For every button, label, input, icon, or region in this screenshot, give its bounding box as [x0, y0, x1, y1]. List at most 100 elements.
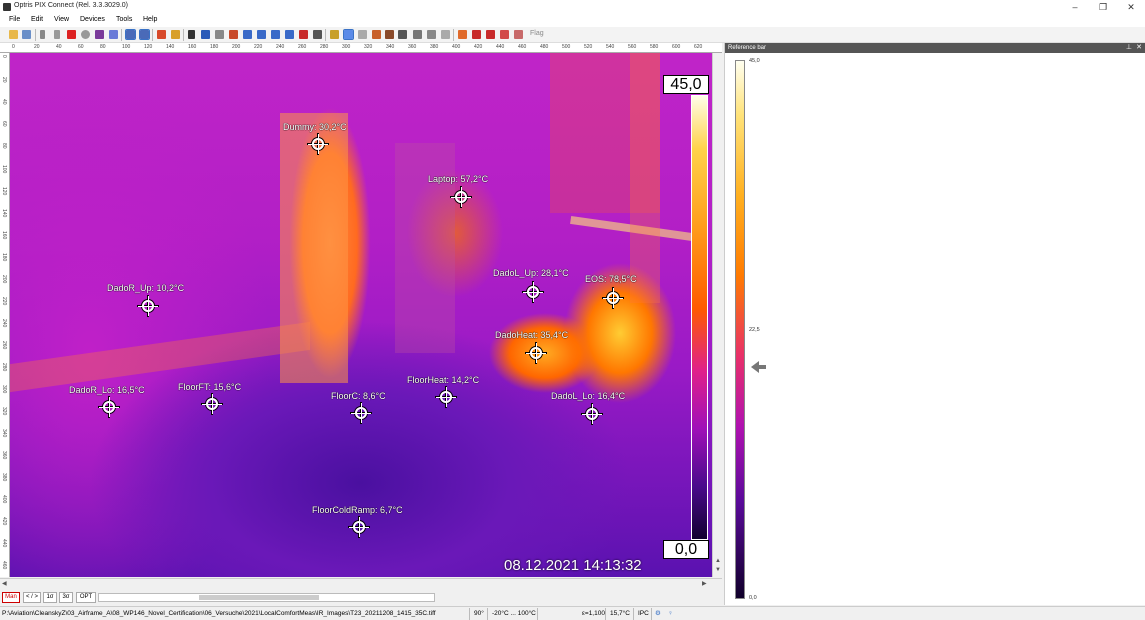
flag-label[interactable]: Flag	[530, 30, 544, 37]
status-range: -20°C ... 100°C	[490, 608, 538, 620]
ruler-left-tick: 320	[1, 407, 7, 416]
measure-crosshair-dador-lo[interactable]	[98, 396, 120, 418]
paint-icon[interactable]	[229, 30, 238, 39]
restore-button[interactable]: ❐	[1093, 1, 1113, 13]
status-emissivity: ε=1,100	[580, 608, 606, 620]
ruler-left-tick: 160	[1, 231, 7, 240]
measure-crosshair-laptop[interactable]	[450, 186, 472, 208]
ruler-left-tick: 440	[1, 539, 7, 548]
mode-3sigma-button[interactable]: 3σ	[59, 592, 73, 603]
pause-icon[interactable]	[54, 30, 60, 39]
measure-crosshair-dador-up[interactable]	[137, 295, 159, 317]
close-panel-icon[interactable]: ✕	[1136, 43, 1142, 53]
menu-devices[interactable]: Devices	[80, 16, 105, 23]
graph-icon[interactable]	[271, 30, 280, 39]
temp-time-icon[interactable]	[257, 30, 266, 39]
reference-mid-label: 22,5	[749, 327, 760, 333]
ruler-top-tick: 300	[342, 44, 351, 50]
layers-icon[interactable]	[486, 30, 495, 39]
grid-icon[interactable]	[358, 30, 367, 39]
measure-line-icon[interactable]	[299, 30, 308, 39]
menu-edit[interactable]: Edit	[31, 16, 43, 23]
mode-opt-button[interactable]: OPT	[76, 592, 96, 603]
hotspot-icon[interactable]	[441, 30, 450, 39]
horizontal-scrollbar[interactable]: ◀ ▶	[0, 578, 722, 588]
measure-crosshair-dadol-up[interactable]	[522, 281, 544, 303]
snapshot-icon[interactable]	[95, 30, 104, 39]
ruler-top-tick: 420	[474, 44, 483, 50]
measure-crosshair-dadoheat[interactable]	[525, 342, 547, 364]
ruler-top-tick: 320	[364, 44, 373, 50]
measure-crosshair-floorheat[interactable]	[435, 386, 457, 408]
export-icon[interactable]	[514, 30, 523, 39]
measure-label-dadol-up: DadoL_Up: 28,1°C	[493, 268, 569, 278]
measure-crosshair-floorc[interactable]	[350, 402, 372, 424]
ruler-left-tick: 420	[1, 517, 7, 526]
menu-view[interactable]: View	[54, 16, 69, 23]
graph-2-icon[interactable]	[285, 30, 294, 39]
ruler-left-tick: 120	[1, 187, 7, 196]
alarm-icon[interactable]	[458, 30, 467, 39]
measure-crosshair-floorcoldramp[interactable]	[348, 516, 370, 538]
hand-icon[interactable]	[330, 30, 339, 39]
menu-file[interactable]: File	[9, 16, 20, 23]
palette-icon[interactable]	[157, 30, 166, 39]
ruler-icon[interactable]	[313, 30, 322, 39]
tools-icon[interactable]	[372, 30, 381, 39]
histogram-icon[interactable]	[188, 30, 195, 39]
measure-crosshair-dadol-lo[interactable]	[581, 403, 603, 425]
layout-2-icon[interactable]	[139, 29, 150, 40]
pin-icon[interactable]: ⊥	[1126, 43, 1132, 53]
menu-help[interactable]: Help	[143, 16, 157, 23]
palette-slider-thumb[interactable]	[199, 595, 319, 600]
crosshair-icon[interactable]	[343, 29, 354, 40]
open-icon[interactable]	[9, 30, 18, 39]
measure-label-laptop: Laptop: 57,2°C	[428, 174, 489, 184]
reference-bar-title: Reference bar	[728, 45, 767, 51]
thermal-image[interactable]: 45,0 0,0 08.12.2021 14:13:32 Dummy: 30,2…	[10, 53, 712, 577]
scroll-left-icon[interactable]: ◀	[2, 580, 7, 587]
minimize-button[interactable]: –	[1065, 1, 1085, 13]
mode-manual-button[interactable]: Man	[2, 592, 20, 603]
bar-chart-icon[interactable]	[201, 30, 210, 39]
measure-crosshair-eos[interactable]	[602, 287, 624, 309]
scale-max-box[interactable]: 45,0	[663, 75, 709, 94]
measure-area-icon[interactable]	[413, 30, 422, 39]
play-icon[interactable]	[40, 30, 45, 39]
close-button[interactable]: ✕	[1121, 1, 1141, 13]
ruler-left-tick: 300	[1, 385, 7, 394]
ruler-top-tick: 200	[232, 44, 241, 50]
ruler-top-tick: 180	[210, 44, 219, 50]
settings-icon[interactable]	[398, 30, 407, 39]
status-bar: P:\Aviation\CleanskyZ\03_Airframe_A\08_W…	[0, 606, 1145, 620]
stop-icon[interactable]	[67, 30, 76, 39]
reference-pointer-tail	[758, 365, 766, 369]
copy-icon[interactable]	[109, 30, 118, 39]
palette-2-icon[interactable]	[171, 30, 180, 39]
hammer-icon[interactable]	[385, 30, 394, 39]
menu-tools[interactable]: Tools	[116, 16, 132, 23]
line-profile-icon[interactable]	[243, 30, 252, 39]
status-ipc: IPC	[636, 608, 652, 620]
scroll-up-icon[interactable]: ▲	[715, 558, 721, 564]
ruler-top-tick: 380	[430, 44, 439, 50]
measure-crosshair-floorft[interactable]	[201, 393, 223, 415]
ruler-top-tick: 440	[496, 44, 505, 50]
palette-slider[interactable]	[98, 593, 435, 602]
measure-crosshair-dummy[interactable]	[307, 133, 329, 155]
zoom-icon[interactable]	[215, 30, 224, 39]
mode-minmax-button[interactable]: < / >	[23, 592, 41, 603]
scale-min-box[interactable]: 0,0	[663, 540, 709, 559]
ruler-left: 0 20 40 60 80 100 120 140 160 180 200 220 240 260 280 3…	[0, 53, 10, 577]
measure-point-icon[interactable]	[427, 30, 436, 39]
scroll-right-icon[interactable]: ▶	[702, 580, 707, 587]
scroll-down-icon[interactable]: ▼	[715, 567, 721, 573]
record-icon[interactable]	[81, 30, 90, 39]
vertical-scrollbar[interactable]: ▲ ▼	[712, 53, 722, 577]
layout-1-icon[interactable]	[125, 29, 136, 40]
pie-icon[interactable]	[472, 30, 481, 39]
save-icon[interactable]	[22, 30, 31, 39]
mode-1sigma-button[interactable]: 1σ	[43, 592, 57, 603]
alarm-2-icon[interactable]	[500, 30, 509, 39]
ruler-top-tick: 520	[584, 44, 593, 50]
